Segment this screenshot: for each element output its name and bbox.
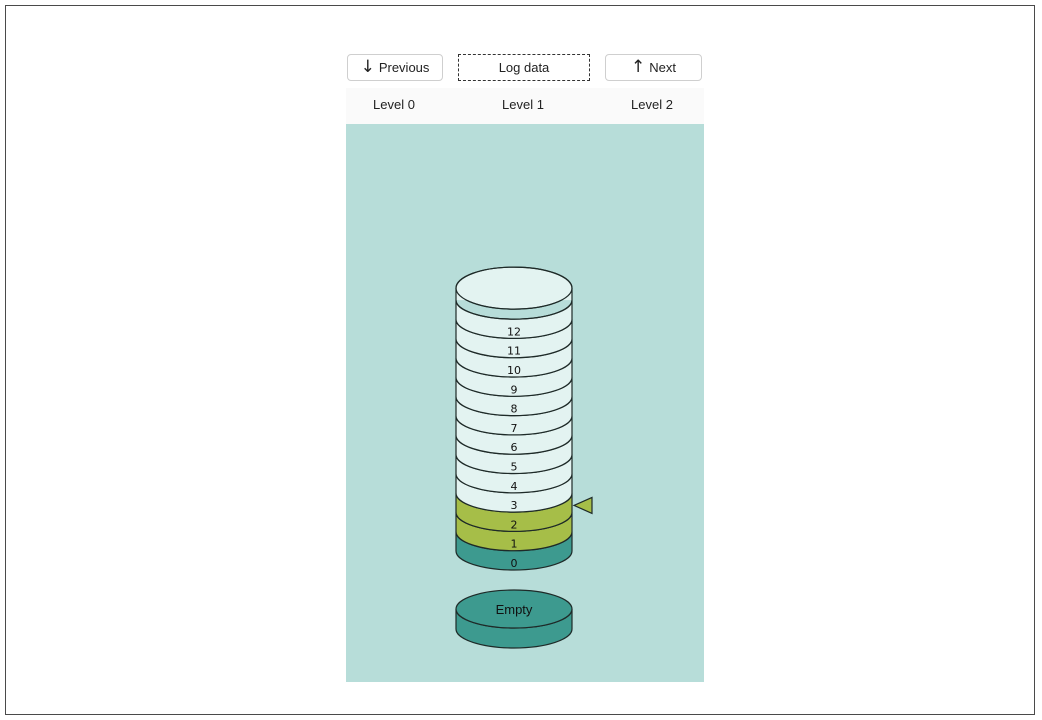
next-button[interactable]: ↑ Next	[605, 54, 702, 81]
arrow-up-icon: ↑	[631, 57, 646, 77]
level-0-tab[interactable]: Level 0	[373, 97, 415, 112]
disk-label-10: 10	[507, 364, 521, 377]
disk-stack-canvas: 0123456789101112Empty	[455, 266, 593, 649]
disk-label-6: 6	[511, 441, 518, 454]
level-1-tab[interactable]: Level 1	[502, 97, 544, 112]
log-data-button[interactable]: Log data	[458, 54, 590, 81]
stack-visualization-panel: 0 1 2 3 4 5 6 7 8 9 10 11 12 Empty	[346, 124, 704, 682]
log-data-label: Log data	[498, 60, 550, 75]
disk-label-12: 12	[507, 325, 521, 338]
previous-label: Previous	[378, 60, 430, 75]
disk-label-9: 9	[511, 383, 518, 396]
arrow-down-icon: ↓	[360, 57, 375, 77]
disk-label-8: 8	[511, 403, 518, 416]
pointer-triangle-icon	[572, 496, 593, 515]
empty-disk-label: Empty	[496, 602, 533, 617]
next-label: Next	[649, 60, 676, 75]
disk-label-7: 7	[511, 422, 518, 435]
level-2-tab[interactable]: Level 2	[631, 97, 673, 112]
disk-label-0: 0	[511, 557, 518, 570]
disk-label-4: 4	[511, 480, 518, 493]
previous-button[interactable]: ↓ Previous	[347, 54, 443, 81]
disk-label-5: 5	[511, 461, 518, 474]
level-bar: Level 0 Level 1 Level 2	[346, 88, 704, 124]
disk-label-1: 1	[511, 538, 518, 551]
stack-top-body	[456, 288, 572, 301]
disk-label-11: 11	[507, 345, 521, 358]
disk-label-2: 2	[511, 518, 518, 531]
disk-label-3: 3	[511, 499, 518, 512]
